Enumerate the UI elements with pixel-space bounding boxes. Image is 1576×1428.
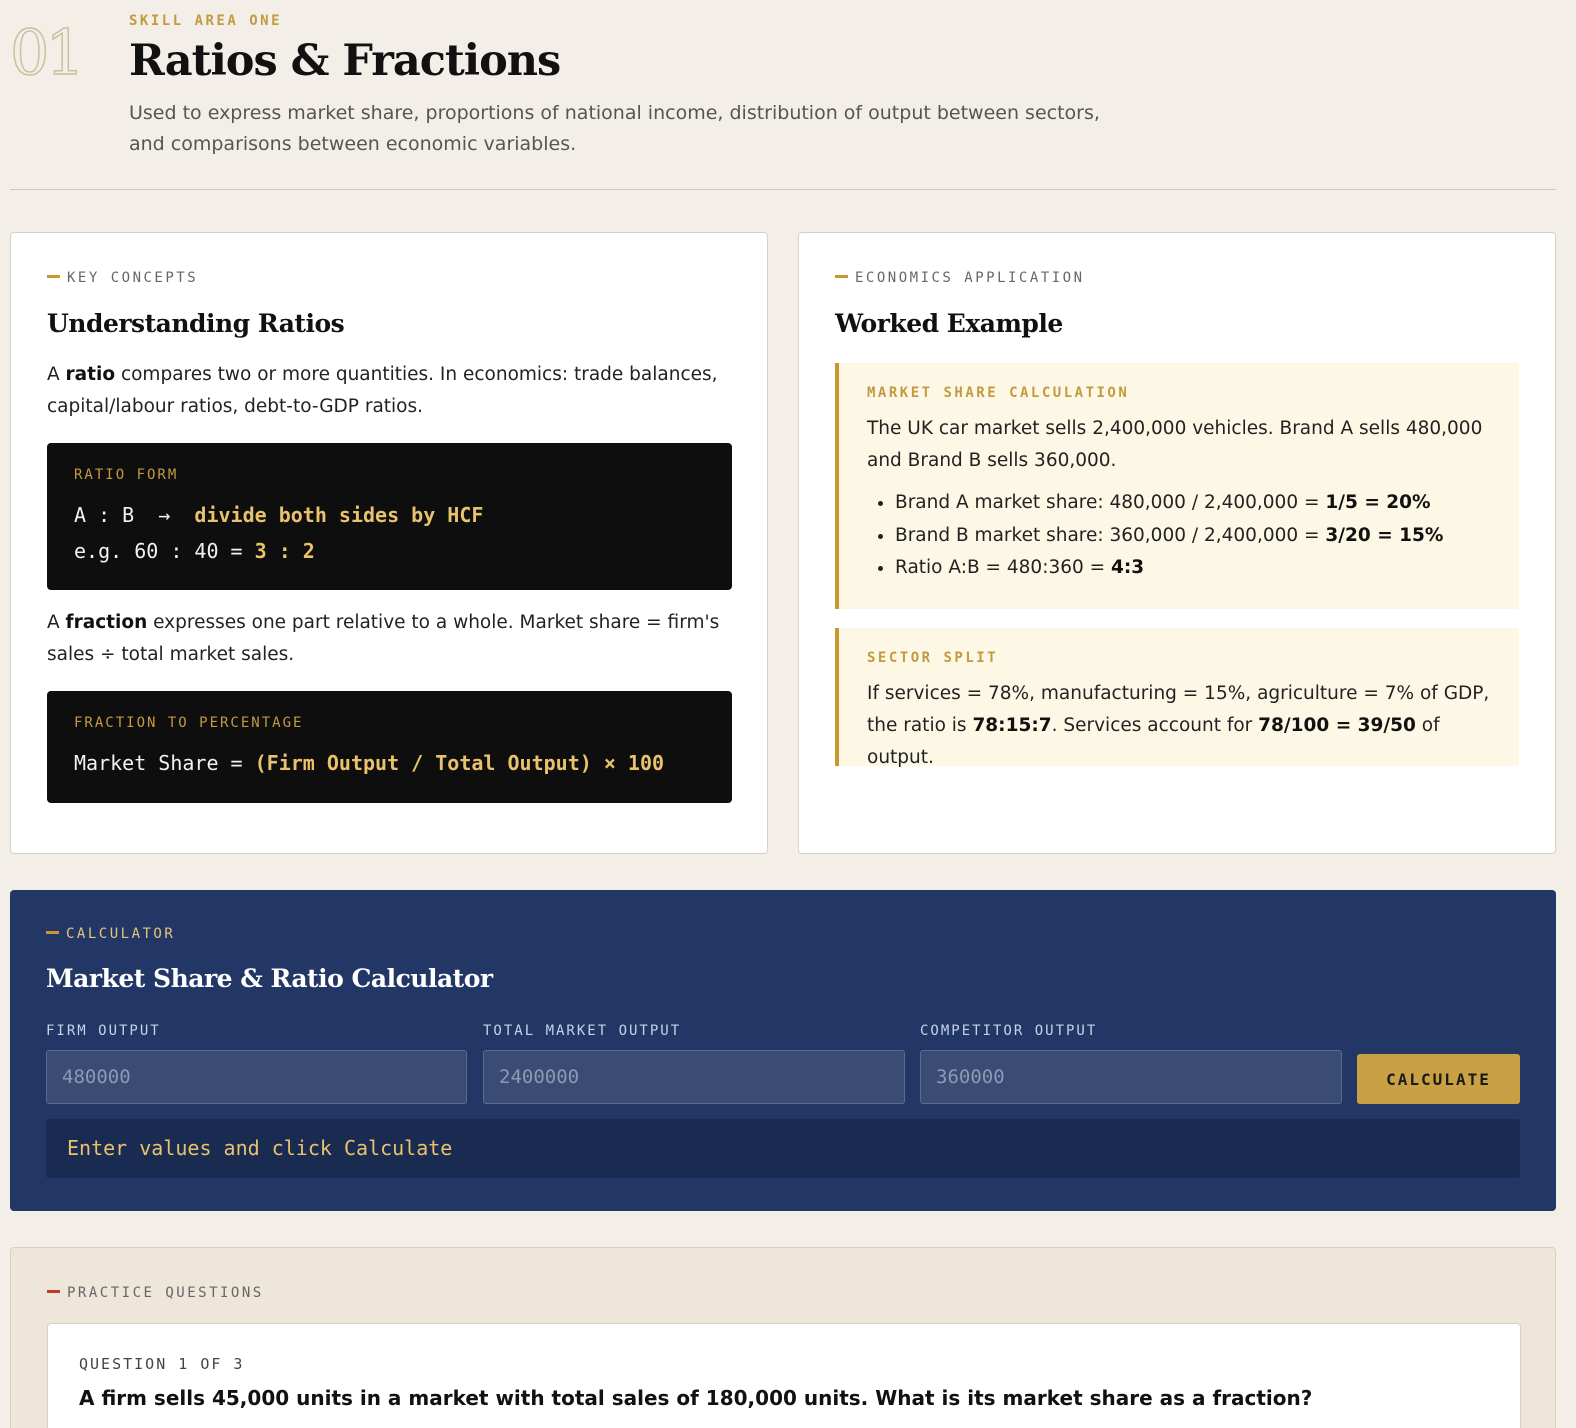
dash-icon (47, 274, 60, 278)
fraction-to-percentage-box: FRACTION TO PERCENTAGE Market Share = (F… (47, 691, 732, 803)
fraction-paragraph: A fraction expresses one part relative t… (47, 612, 720, 665)
practice-kicker: PRACTICE QUESTIONS (47, 1285, 264, 1301)
firm-output-label: FIRM OUTPUT (46, 1023, 161, 1039)
list-item: Ratio A:B = 480:360 = 4:3 (895, 552, 1491, 585)
ratio-form-box: RATIO FORM A : B → divide both sides by … (47, 443, 732, 590)
ratio-form-line-1: A : B → divide both sides by HCF (74, 503, 484, 527)
market-share-list: Brand A market share: 480,000 / 2,400,00… (867, 487, 1491, 585)
list-item: Brand A market share: 480,000 / 2,400,00… (895, 487, 1491, 520)
section-number: 01 (9, 16, 85, 89)
total-market-output-label: TOTAL MARKET OUTPUT (483, 1023, 682, 1039)
ratio-form-line-2: e.g. 60 : 40 = 3 : 2 (74, 539, 315, 563)
page-subtitle: Used to express market share, proportion… (129, 102, 1100, 155)
sector-split-text: If services = 78%, manufacturing = 15%, … (867, 683, 1490, 768)
ratio-form-label: RATIO FORM (74, 467, 179, 483)
calculator-kicker: CALCULATOR (46, 926, 175, 942)
competitor-output-label: COMPETITOR OUTPUT (920, 1023, 1098, 1039)
list-item: Brand B market share: 360,000 / 2,400,00… (895, 520, 1491, 553)
economics-application-card: ECONOMICS APPLICATION Worked Example MAR… (798, 232, 1556, 854)
market-share-formula: Market Share = (Firm Output / Total Outp… (74, 751, 665, 775)
sector-split-label: SECTOR SPLIT (867, 650, 999, 666)
firm-output-input[interactable] (46, 1050, 467, 1104)
section-eyebrow: SKILL AREA ONE (129, 13, 283, 29)
calculator-title: Market Share & Ratio Calculator (46, 964, 493, 993)
competitor-output-input[interactable] (920, 1050, 1342, 1104)
dash-icon (835, 274, 848, 278)
sector-split-callout: SECTOR SPLIT If services = 78%, manufact… (835, 628, 1519, 768)
market-share-callout: MARKET SHARE CALCULATION The UK car mark… (835, 363, 1519, 609)
key-concepts-card: KEY CONCEPTS Understanding Ratios A rati… (10, 232, 768, 854)
worked-example-title: Worked Example (835, 309, 1063, 338)
question-counter: QUESTION 1 OF 3 (79, 1355, 245, 1373)
key-concepts-title: Understanding Ratios (47, 309, 345, 338)
key-concepts-kicker: KEY CONCEPTS (47, 270, 198, 286)
market-share-label: MARKET SHARE CALCULATION (867, 385, 1130, 401)
ratio-paragraph: A ratio compares two or more quantities.… (47, 364, 718, 417)
dash-icon (47, 1289, 60, 1293)
calculator-panel: CALCULATOR Market Share & Ratio Calculat… (10, 890, 1556, 1211)
market-share-text: The UK car market sells 2,400,000 vehicl… (867, 418, 1483, 471)
question-text: A firm sells 45,000 units in a market wi… (79, 1386, 1313, 1410)
fraction-box-label: FRACTION TO PERCENTAGE (74, 715, 304, 731)
dash-icon (46, 930, 59, 934)
calculate-button[interactable]: CALCULATE (1357, 1054, 1520, 1104)
application-kicker: ECONOMICS APPLICATION (835, 270, 1085, 286)
total-market-output-input[interactable] (483, 1050, 905, 1104)
page-title: Ratios & Fractions (129, 36, 561, 86)
calculator-result: Enter values and click Calculate (46, 1119, 1520, 1178)
question-card: QUESTION 1 OF 3 A firm sells 45,000 unit… (47, 1323, 1521, 1428)
practice-questions-panel: PRACTICE QUESTIONS QUESTION 1 OF 3 A fir… (10, 1247, 1556, 1428)
section-header: 01 SKILL AREA ONE Ratios & Fractions Use… (9, 0, 1556, 190)
